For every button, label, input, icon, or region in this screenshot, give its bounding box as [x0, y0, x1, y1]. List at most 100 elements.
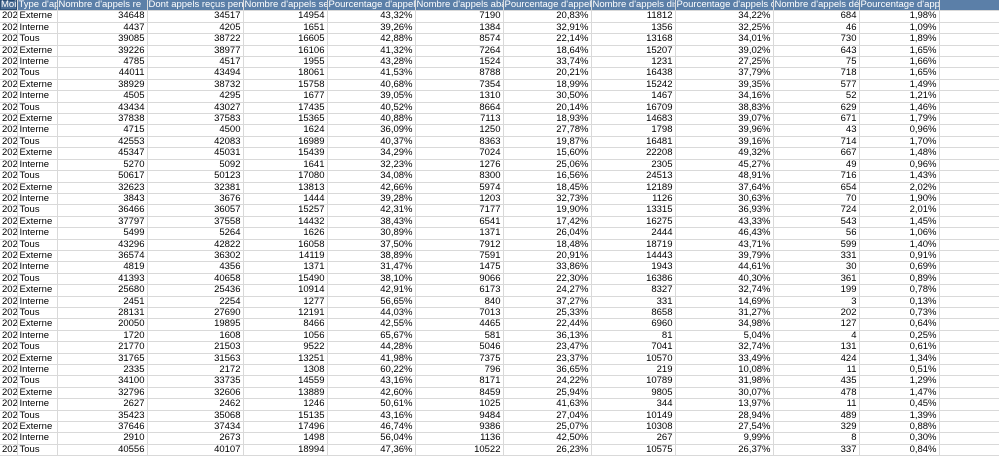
table-cell[interactable]: 344 [591, 398, 676, 411]
table-cell[interactable]: 13315 [591, 204, 676, 217]
table-cell[interactable]: Externe [17, 147, 58, 160]
table-cell[interactable]: 0,61% [859, 341, 940, 354]
table-cell[interactable]: 32796 [57, 387, 148, 400]
table-cell[interactable]: 39,05% [327, 90, 416, 103]
table-cell[interactable]: 7024 [415, 147, 504, 160]
table-cell[interactable]: 1310 [415, 90, 504, 103]
table-cell[interactable]: 5264 [147, 227, 244, 240]
table-cell[interactable]: 23,37% [503, 353, 592, 366]
table-cell[interactable]: 1277 [243, 296, 328, 308]
table-cell-empty[interactable] [939, 387, 999, 400]
table-cell[interactable]: 2673 [147, 432, 244, 445]
table-cell[interactable]: 4517 [147, 56, 244, 69]
table-cell[interactable]: 1,47% [859, 387, 940, 400]
table-cell[interactable]: 41393 [57, 273, 148, 286]
table-cell[interactable]: 2020 [0, 421, 18, 434]
table-cell[interactable]: 1608 [147, 330, 244, 343]
column-header[interactable]: Pourcentage d'appels se [327, 0, 416, 12]
table-cell[interactable]: 1720 [57, 330, 148, 343]
table-cell[interactable]: 2020 [0, 341, 18, 354]
table-cell[interactable]: 15758 [243, 79, 328, 92]
column-header[interactable]: Nombre d'appels débo [773, 0, 860, 12]
table-cell[interactable]: 36,09% [327, 124, 416, 137]
table-cell[interactable]: 2020 [0, 353, 18, 366]
table-cell[interactable]: Tous [17, 375, 58, 388]
table-cell[interactable]: 0,96% [859, 159, 940, 172]
table-cell[interactable]: 10522 [415, 444, 504, 456]
table-cell[interactable]: 39,16% [675, 136, 774, 149]
table-cell[interactable]: 18,48% [503, 239, 592, 251]
table-cell[interactable]: 684 [773, 10, 860, 23]
table-cell[interactable]: Interne [17, 227, 58, 240]
table-cell[interactable]: 15257 [243, 204, 328, 217]
table-cell[interactable]: 13813 [243, 182, 328, 194]
table-cell[interactable]: 0,13% [859, 296, 940, 308]
table-cell[interactable]: Externe [17, 182, 58, 194]
table-cell[interactable]: Interne [17, 124, 58, 137]
table-cell[interactable]: 0,89% [859, 273, 940, 286]
table-cell[interactable]: 4465 [415, 318, 504, 331]
table-cell-empty[interactable] [939, 307, 999, 320]
table-cell[interactable]: 1,79% [859, 113, 940, 126]
table-cell[interactable]: 37,50% [327, 239, 416, 251]
table-cell[interactable]: 31563 [147, 353, 244, 366]
table-cell[interactable]: 25,06% [503, 159, 592, 172]
table-cell[interactable]: 0,30% [859, 432, 940, 445]
table-cell[interactable]: 31,98% [675, 375, 774, 388]
table-cell[interactable]: 8300 [415, 170, 504, 183]
table-cell[interactable]: 1203 [415, 193, 504, 206]
table-cell-empty[interactable] [939, 113, 999, 126]
table-cell[interactable]: 8171 [415, 375, 504, 388]
table-cell[interactable]: 36,93% [675, 204, 774, 217]
table-cell[interactable]: 39,26% [327, 22, 416, 35]
table-cell[interactable]: 34,01% [675, 33, 774, 46]
table-cell[interactable]: 1,90% [859, 193, 940, 206]
table-cell[interactable]: 42,60% [327, 387, 416, 400]
table-cell[interactable]: 543 [773, 216, 860, 229]
table-cell[interactable]: 1,06% [859, 227, 940, 240]
table-cell[interactable]: 36302 [147, 250, 244, 263]
table-cell[interactable]: 42,66% [327, 182, 416, 194]
table-cell[interactable]: Externe [17, 284, 58, 297]
table-cell[interactable]: 38732 [147, 79, 244, 92]
table-cell[interactable]: 32,74% [675, 341, 774, 354]
table-cell[interactable]: 37797 [57, 216, 148, 229]
table-cell[interactable]: 9386 [415, 421, 504, 434]
table-cell[interactable]: 577 [773, 79, 860, 92]
table-cell-empty[interactable] [939, 22, 999, 35]
table-cell[interactable]: 37838 [57, 113, 148, 126]
table-cell[interactable]: 27,54% [675, 421, 774, 434]
table-cell[interactable]: 18,99% [503, 79, 592, 92]
table-cell[interactable]: Externe [17, 216, 58, 229]
table-cell[interactable]: 49,32% [675, 147, 774, 160]
table-cell-empty[interactable] [939, 421, 999, 434]
table-cell[interactable]: 1384 [415, 22, 504, 35]
table-cell[interactable]: 1626 [243, 227, 328, 240]
table-cell[interactable]: 1,46% [859, 102, 940, 115]
table-cell[interactable]: 27,78% [503, 124, 592, 137]
table-cell[interactable]: 1798 [591, 124, 676, 137]
table-cell[interactable]: 52 [773, 90, 860, 103]
table-cell[interactable]: 40,30% [675, 273, 774, 286]
table-cell[interactable]: 4205 [147, 22, 244, 35]
table-cell[interactable]: 8 [773, 432, 860, 445]
table-cell-empty[interactable] [939, 398, 999, 411]
table-cell[interactable]: 2020 [0, 204, 18, 217]
table-cell[interactable]: 5499 [57, 227, 148, 240]
column-header[interactable]: Nombre d'appels re [57, 0, 148, 12]
column-header[interactable]: Type d'app [17, 0, 58, 12]
table-cell[interactable]: 2020 [0, 296, 18, 308]
table-cell[interactable]: 331 [591, 296, 676, 308]
table-cell[interactable]: 202 [773, 307, 860, 320]
table-cell[interactable]: 331 [773, 250, 860, 263]
table-cell[interactable]: Externe [17, 353, 58, 366]
table-cell[interactable]: 42,91% [327, 284, 416, 297]
column-header[interactable]: Nombre d'appels abando [415, 0, 504, 12]
table-cell[interactable]: Tous [17, 33, 58, 46]
table-cell[interactable]: 730 [773, 33, 860, 46]
table-cell[interactable]: 2444 [591, 227, 676, 240]
table-cell[interactable]: 724 [773, 204, 860, 217]
table-cell[interactable]: 10575 [591, 444, 676, 456]
table-cell[interactable]: 10789 [591, 375, 676, 388]
table-cell-empty[interactable] [939, 261, 999, 274]
